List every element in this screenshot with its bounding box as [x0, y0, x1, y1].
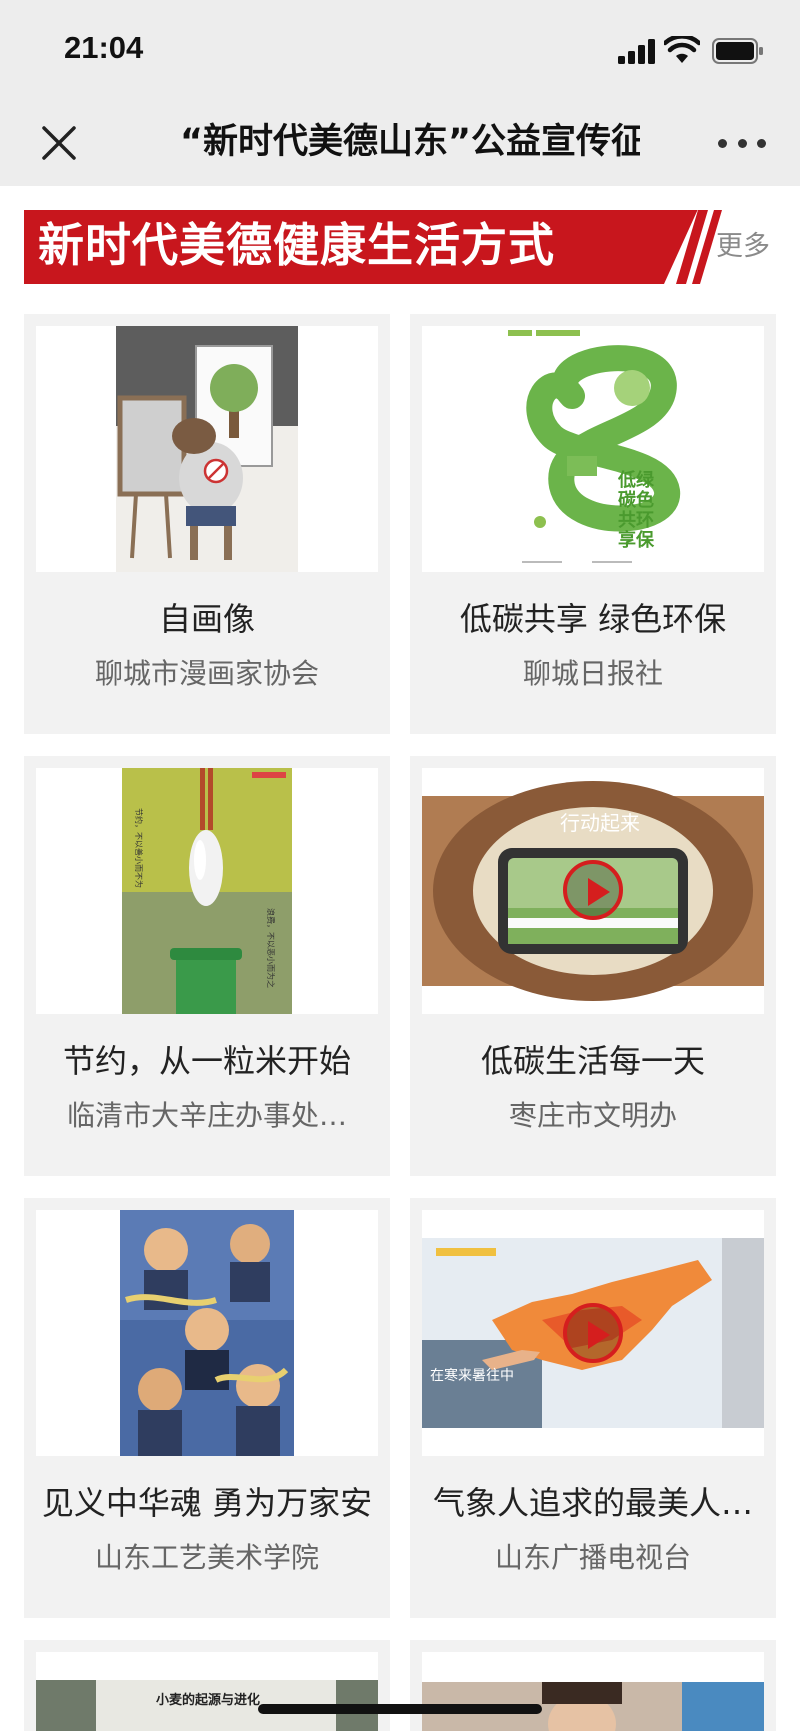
card-title: 低碳生活每一天 — [480, 1042, 705, 1080]
video-heading-text: 小麦的起源与进化 — [156, 1692, 260, 1708]
list-item[interactable]: 在寒来暑往中 气象人追求的最美人… 山东广播电视台 — [410, 1198, 776, 1618]
heroes-illustration-image — [120, 1210, 294, 1456]
card-thumbnail[interactable]: 行动起来 — [422, 768, 764, 1014]
card-source: 临清市大辛庄办事处… — [66, 1099, 347, 1132]
card-title: 节约，从一粒米开始 — [62, 1042, 351, 1080]
wifi-icon — [664, 36, 700, 63]
play-icon[interactable] — [563, 1303, 623, 1363]
list-item[interactable]: 低绿 碳色 共环 享保 低碳共享 绿色环保 聊城日报社 — [410, 314, 776, 734]
list-item[interactable]: 节约，不以善小而不为 浪费，不以恶小而为之 节约，从一粒米开始 临清市大辛庄办事… — [24, 756, 390, 1176]
card-thumbnail[interactable]: 低绿 碳色 共环 享保 — [422, 326, 764, 572]
status-bar: 21:04 — [0, 0, 800, 100]
dot-icon — [718, 138, 727, 148]
poster-rice-bottom-text: 浪费，不以恶小而为之 — [266, 908, 276, 988]
rice-saving-poster-image: 节约，不以善小而不为 浪费，不以恶小而为之 — [122, 768, 292, 1014]
card-source: 聊城市漫画家协会 — [94, 657, 319, 690]
video-caption-text: 行动起来 — [560, 811, 640, 835]
poster-green-text-3: 享保 — [618, 529, 655, 551]
card-source: 山东工艺美术学院 — [94, 1541, 319, 1574]
card-title: 低碳共享 绿色环保 — [459, 600, 727, 638]
person-video-thumbnail — [422, 1652, 764, 1731]
battery-icon — [712, 38, 763, 64]
more-link[interactable]: 更多 > — [716, 224, 776, 263]
card-thumbnail[interactable]: 小麦的起源与进化 — [36, 1652, 378, 1731]
poster-rice-top-text: 节约，不以善小而不为 — [134, 808, 144, 888]
status-time: 21:04 — [64, 30, 144, 65]
poster-green-text-2: 共环 — [618, 510, 654, 531]
list-item[interactable]: 见义中华魂 勇为万家安 山东工艺美术学院 — [24, 1198, 390, 1618]
dot-icon — [737, 138, 747, 148]
cellular-signal-icon — [618, 39, 655, 64]
green-low-carbon-poster-image: 低绿 碳色 共环 享保 — [502, 326, 684, 572]
play-icon[interactable] — [563, 860, 623, 920]
card-source: 枣庄市文明办 — [508, 1099, 677, 1132]
video-caption-text: 在寒来暑往中 — [430, 1367, 514, 1384]
nav-bar: “新时代美德山东”公益宣传征 — [0, 100, 800, 186]
card-thumbnail[interactable] — [36, 326, 378, 572]
card-source: 山东广播电视台 — [494, 1541, 691, 1574]
home-indicator[interactable] — [258, 1704, 542, 1714]
card-source: 聊城日报社 — [522, 657, 663, 690]
list-item[interactable]: 小麦的起源与进化 — [24, 1640, 390, 1731]
card-title: 见义中华魂 勇为万家安 — [41, 1484, 373, 1522]
wheat-video-thumbnail: 小麦的起源与进化 — [36, 1652, 378, 1731]
list-item[interactable]: 行动起来 低碳生活每一天 枣庄市文明办 — [410, 756, 776, 1176]
card-thumbnail[interactable]: 节约，不以善小而不为 浪费，不以恶小而为之 — [36, 768, 378, 1014]
close-icon[interactable] — [36, 120, 82, 166]
section-title: 新时代美德健康生活方式 — [38, 218, 555, 272]
poster-green-text-1: 碳色 — [618, 489, 654, 511]
card-thumbnail[interactable] — [36, 1210, 378, 1456]
list-item[interactable] — [410, 1640, 776, 1731]
page-title: “新时代美德山东”公益宣传征 — [180, 122, 640, 162]
self-portrait-cartoon-image — [116, 326, 298, 572]
card-title: 气象人追求的最美人… — [432, 1484, 753, 1522]
card-title: 自画像 — [158, 600, 255, 638]
section-banner: 新时代美德健康生活方式 更多 > — [24, 210, 776, 284]
dot-icon — [757, 138, 766, 148]
poster-green-text-0: 低绿 — [617, 469, 655, 491]
list-item[interactable]: 自画像 聊城市漫画家协会 — [24, 314, 390, 734]
card-thumbnail[interactable]: 在寒来暑往中 — [422, 1210, 764, 1456]
more-options-button[interactable] — [718, 120, 766, 166]
card-thumbnail[interactable] — [422, 1652, 764, 1731]
